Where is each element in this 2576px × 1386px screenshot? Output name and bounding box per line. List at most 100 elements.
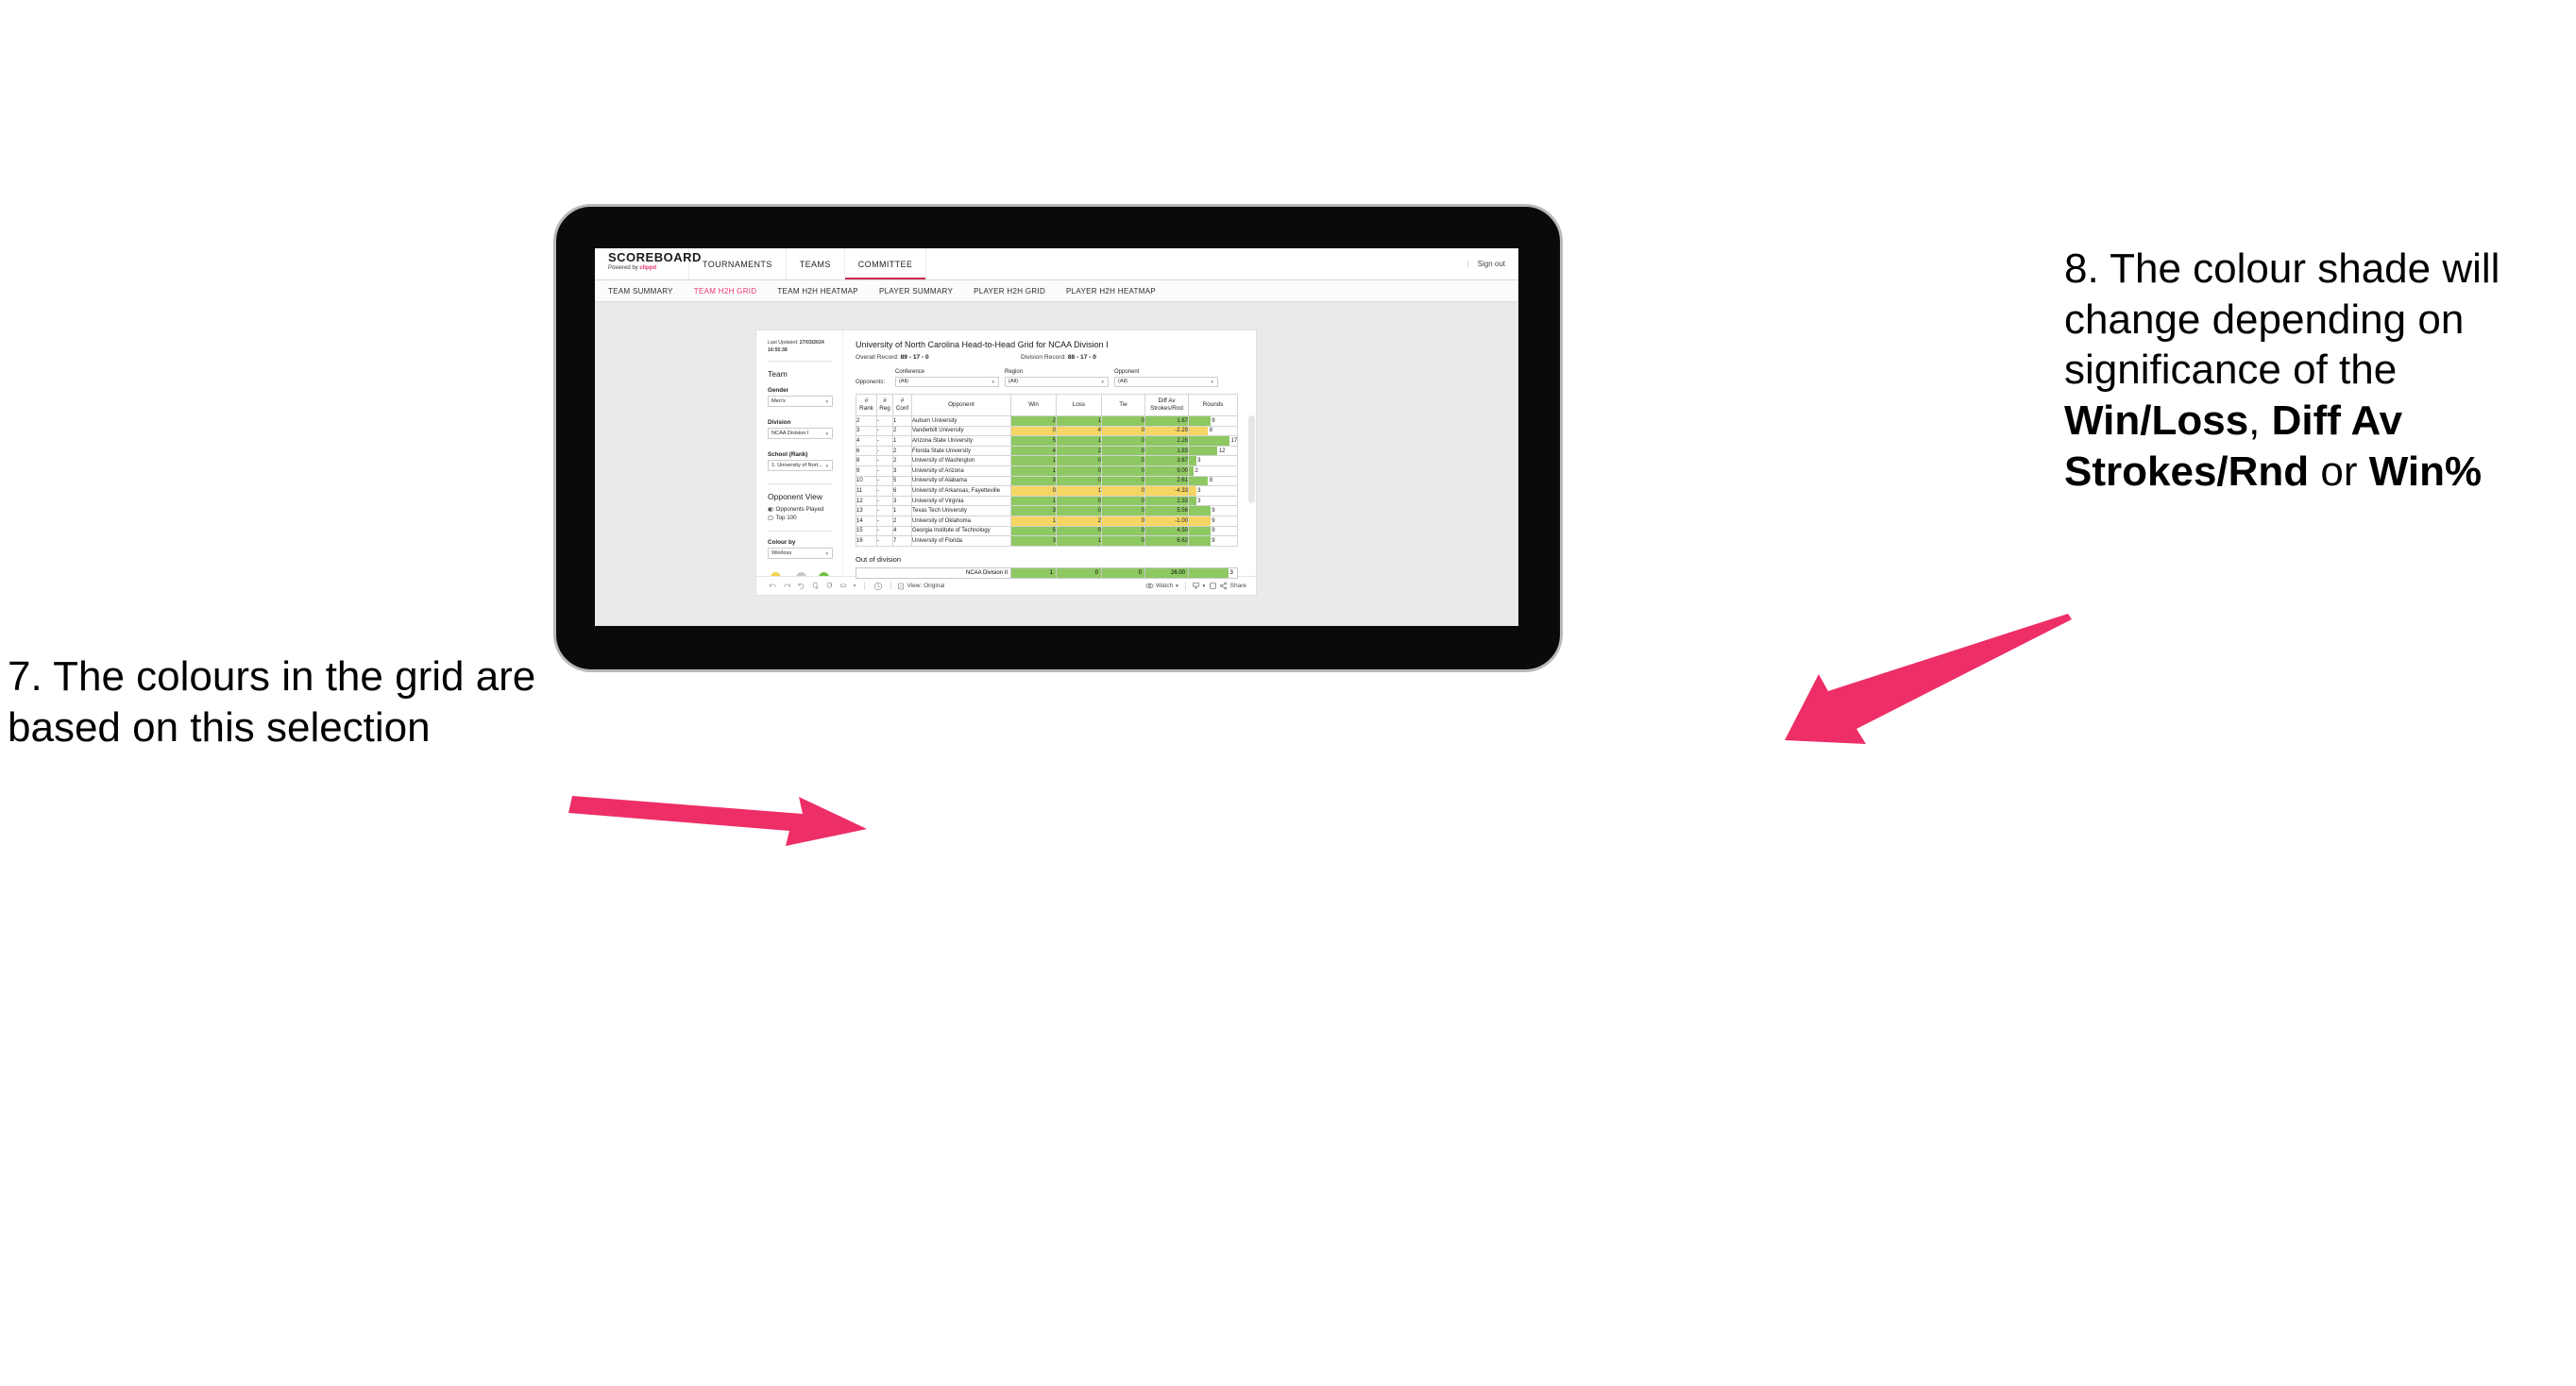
fullscreen-icon[interactable] [1206,582,1219,590]
col-win[interactable]: Win [1010,394,1057,416]
out-of-division-body: NCAA Division II 1 0 0 26.00 3 [855,566,1239,579]
divider [890,582,891,590]
filter-region-select[interactable]: (All) ▼ [1005,376,1109,387]
col-tie[interactable]: Tie [1101,394,1145,416]
ood-cell-rounds: 3 [1188,566,1239,579]
col-opponent[interactable]: Opponent [911,394,1011,416]
undo-icon[interactable] [766,582,780,590]
cell-opponent: University of Oklahoma [911,515,1011,527]
sign-out-link[interactable]: Sign out [1478,260,1505,268]
brand-logo[interactable]: SCOREBOARD Powered by clippd [595,248,701,279]
filter-region-value: (All) [1008,379,1018,385]
cell-opponent: Georgia Institute of Technology [911,525,1011,537]
view-original-button[interactable]: View: Original [897,583,944,590]
table-row[interactable]: 14-2 University of Oklahoma 1 2 0 -1.00 9 [856,515,1238,527]
col-conf[interactable]: # Conf [892,394,912,416]
cell-opponent: University of Alabama [911,475,1011,487]
cell-rank: 10 [856,475,877,487]
table-row[interactable]: 13-1 Texas Tech University 3 0 0 5.56 9 [856,505,1238,516]
col-rank[interactable]: # Rank [856,394,877,416]
table-row[interactable]: 8-2 University of Washington 1 0 0 3.67 3 [856,455,1238,466]
pause-auto-update-icon[interactable] [822,582,837,590]
cell-conf: 2 [892,455,912,466]
watch-label: Watch [1156,583,1174,589]
annotation-8-bold-winloss: Win/Loss [2064,397,2249,445]
division-record-label: Division Record: [1021,354,1068,361]
col-loss[interactable]: Loss [1056,394,1102,416]
subnav-item-player-h2h-grid[interactable]: PLAYER H2H GRID [974,287,1056,296]
table-row[interactable]: 16-7 University of Florida 3 1 0 6.62 9 [856,535,1238,547]
table-row[interactable]: 11-6 University of Arkansas, Fayetteville… [856,485,1238,497]
school-rank-select[interactable]: 1. University of Nort... ▼ [768,460,833,471]
table-row[interactable]: 12-3 University of Virginia 1 0 0 2.33 3 [856,495,1238,507]
subnav-item-team-summary[interactable]: TEAM SUMMARY [608,287,684,296]
table-row[interactable]: 15-4 Georgia Institute of Technology 5 0 0 4.… [856,525,1238,537]
filter-opponent-select[interactable]: (All) ▼ [1114,376,1218,387]
rounds-bar [1189,446,1218,456]
brand-powered-by: Powered by [608,265,640,271]
gender-select[interactable]: Men's ▼ [768,396,833,407]
table-row[interactable]: 6-2 Florida State University 4 2 0 1.83 12 [856,445,1238,457]
subnav-item-player-summary[interactable]: PLAYER SUMMARY [879,287,963,296]
cell-diff-av-strokes: 2.61 [1144,475,1189,487]
cell-win: 4 [1010,445,1057,457]
topnav-item-tournaments[interactable]: TOURNAMENTS [689,248,787,279]
division-select[interactable]: NCAA Division I ▼ [768,428,833,439]
highlight-icon[interactable] [837,582,851,590]
cell-rounds: 3 [1188,455,1238,466]
divider [864,582,865,590]
out-of-division-row[interactable]: NCAA Division II 1 0 0 26.00 3 [855,566,1239,579]
cell-win: 3 [1010,505,1057,516]
cell-loss: 0 [1056,475,1102,487]
topnav-item-committee[interactable]: COMMITTEE [844,248,927,279]
rounds-bar [1189,536,1211,546]
vertical-scrollbar[interactable] [1248,415,1255,503]
cell-reg: - [876,445,893,457]
h2h-grid-header-row: # Rank # Reg # Conf Opponent Win Loss Tie D… [856,394,1238,416]
watch-button[interactable]: Watch ▼ [1145,582,1179,590]
table-row[interactable]: 9-3 University of Arizona 1 0 0 9.00 2 [856,465,1238,477]
col-reg[interactable]: # Reg [876,394,893,416]
cell-rounds: 2 [1188,465,1238,477]
cell-opponent: Texas Tech University [911,505,1011,516]
topnav-item-teams[interactable]: TEAMS [787,248,845,279]
cell-rank: 14 [856,515,877,527]
radio-top-100[interactable]: Top 100 [768,515,833,521]
cell-diff-av-strokes: 5.56 [1144,505,1189,516]
cell-rank: 15 [856,525,877,537]
rounds-value: 9 [1212,417,1215,424]
subnav-item-team-h2h-grid[interactable]: TEAM H2H GRID [694,287,768,296]
table-row[interactable]: 4-1 Arizona State University 5 1 0 2.28 17 [856,435,1238,447]
cell-diff-av-strokes: 2.28 [1144,435,1189,447]
dashboard-main: University of North Carolina Head-to-Hea… [843,330,1256,579]
out-of-division-table: NCAA Division II 1 0 0 26.00 3 [855,566,1239,579]
radio-opponents-played[interactable]: Opponents Played [768,506,833,513]
redo-icon[interactable] [780,582,794,590]
col-rounds[interactable]: Rounds [1188,394,1238,416]
subnav-item-player-h2h-heatmap[interactable]: PLAYER H2H HEATMAP [1066,287,1166,296]
subnav-item-team-h2h-heatmap[interactable]: TEAM H2H HEATMAP [777,287,869,296]
table-row[interactable]: 2-1 Auburn University 2 1 0 1.67 9 [856,415,1238,427]
cell-diff-av-strokes: 3.67 [1144,455,1189,466]
history-icon[interactable] [871,582,885,591]
cell-conf: 2 [892,425,912,437]
col-diff-av-strokes[interactable]: Diff Av Strokes/Rnd [1144,394,1189,416]
out-of-division-title: Out of division [856,554,902,564]
download-button[interactable]: ▼ [1192,582,1206,590]
table-row[interactable]: 3-2 Vanderbilt University 0 4 0 -2.29 8 [856,425,1238,437]
cell-tie: 0 [1101,445,1145,457]
last-updated-label: Last Updated: [768,340,800,346]
share-button[interactable]: Share [1219,582,1246,590]
cell-opponent: University of Florida [911,535,1011,547]
cell-diff-av-strokes: 6.62 [1144,535,1189,547]
rounds-value: 3 [1197,487,1201,494]
cell-reg: - [876,425,893,437]
table-row[interactable]: 10-5 University of Alabama 3 0 0 2.61 8 [856,475,1238,487]
dashboard-body: Last Updated: 27/03/2024 16:55:38 Team G… [756,330,1256,591]
filter-conference-select[interactable]: (All) ▼ [895,376,999,387]
chevron-down-icon[interactable]: ▼ [851,583,858,589]
colour-by-select[interactable]: Win/loss ▼ [768,548,833,559]
cell-rank: 4 [856,435,877,447]
revert-icon[interactable] [794,582,808,590]
refresh-icon[interactable] [808,582,822,590]
